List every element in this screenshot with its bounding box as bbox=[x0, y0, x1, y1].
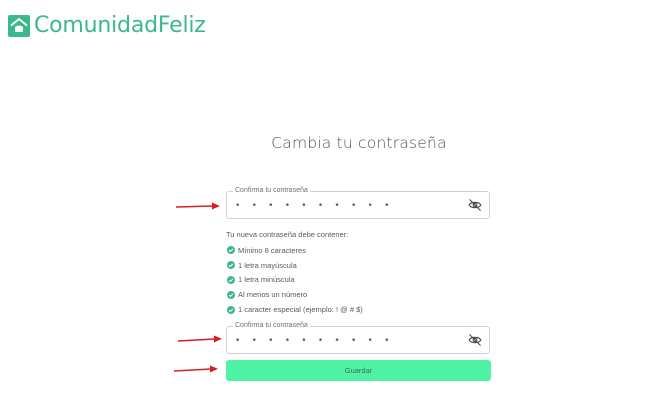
requirement-text: Al menos un número bbox=[238, 290, 308, 300]
eye-off-icon bbox=[468, 334, 482, 346]
annotation-arrow-icon bbox=[175, 202, 220, 210]
requirement-item: 1 letra mayúscula bbox=[227, 258, 363, 273]
check-circle-icon bbox=[227, 246, 235, 255]
check-circle-icon bbox=[227, 290, 235, 299]
check-circle-icon bbox=[227, 275, 235, 284]
house-logo-icon bbox=[8, 15, 30, 37]
requirement-text: 1 letra mayúscula bbox=[238, 260, 297, 270]
check-circle-icon bbox=[227, 305, 235, 314]
annotation-arrow-icon bbox=[173, 365, 218, 373]
toggle-visibility-button[interactable] bbox=[468, 333, 482, 347]
requirements-title: Tu nueva contraseña debe contener: bbox=[226, 230, 349, 239]
requirement-text: Mínimo 8 caracteres bbox=[238, 245, 306, 255]
requirement-item: 1 caracter especial (ejemplo: ! @ # $) bbox=[227, 302, 363, 317]
brand-logo[interactable]: ComunidadFeliz bbox=[8, 13, 206, 39]
check-circle-icon bbox=[227, 261, 235, 270]
page-title: Cambia tu contraseña bbox=[271, 134, 447, 152]
password-input[interactable]: • • • • • • • • • • bbox=[235, 200, 394, 212]
password-field-label: Confirma tu contraseña bbox=[233, 186, 310, 196]
requirements-list: Mínimo 8 caracteres 1 letra mayúscula 1 … bbox=[227, 243, 363, 317]
requirement-text: 1 caracter especial (ejemplo: ! @ # $) bbox=[238, 305, 363, 315]
eye-off-icon bbox=[468, 199, 482, 211]
confirm-password-field[interactable]: Confirma tu contraseña • • • • • • • • •… bbox=[226, 321, 490, 354]
save-button[interactable]: Guardar bbox=[226, 360, 491, 381]
requirement-item: Al menos un número bbox=[227, 287, 363, 302]
requirement-item: Mínimo 8 caracteres bbox=[227, 243, 363, 258]
toggle-visibility-button[interactable] bbox=[468, 198, 482, 212]
requirement-item: 1 letra minúscula bbox=[227, 273, 363, 288]
annotation-arrow-icon bbox=[177, 335, 222, 343]
brand-name: ComunidadFeliz bbox=[34, 13, 206, 38]
requirement-text: 1 letra minúscula bbox=[238, 275, 295, 285]
confirm-password-field-label: Confirma tu contraseña bbox=[233, 321, 310, 331]
confirm-password-input[interactable]: • • • • • • • • • • bbox=[235, 335, 394, 347]
password-field[interactable]: Confirma tu contraseña • • • • • • • • •… bbox=[226, 186, 490, 219]
